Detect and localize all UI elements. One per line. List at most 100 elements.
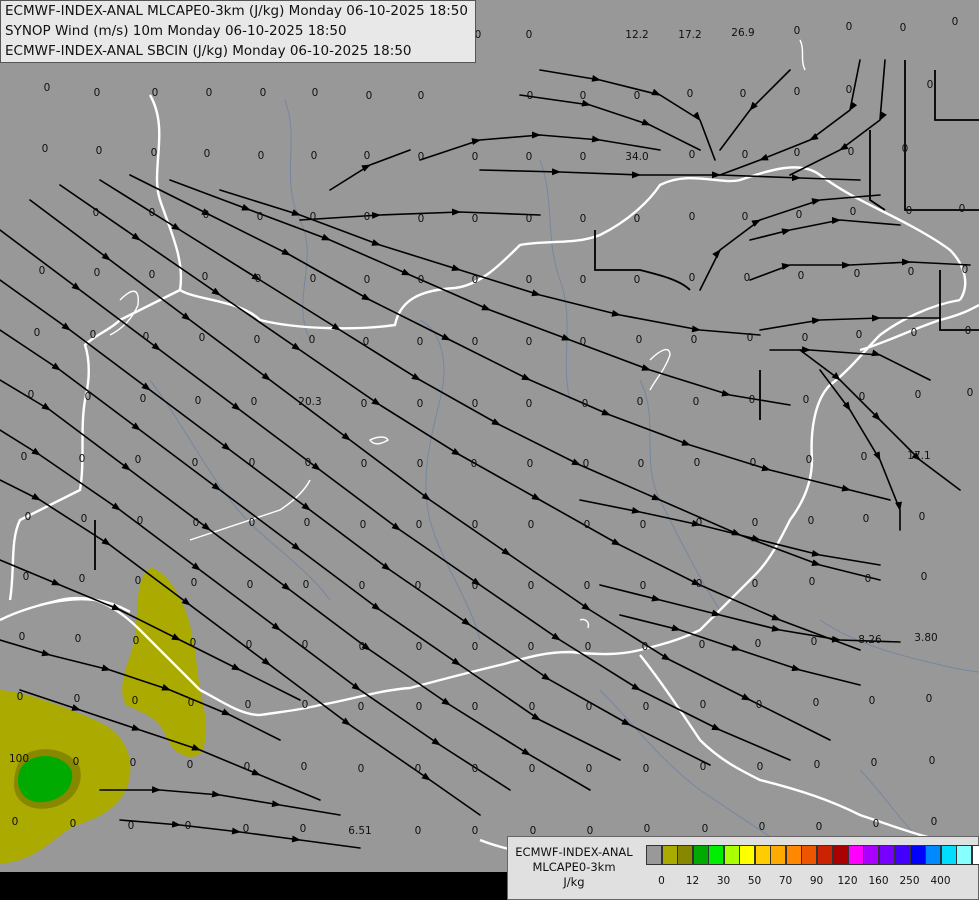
value-label: 0 (187, 759, 194, 771)
value-label: 0 (304, 517, 311, 529)
value-label: 0 (959, 203, 966, 215)
value-label: 0 (135, 454, 142, 466)
value-label: 0 (526, 29, 533, 41)
value-label: 0 (85, 391, 92, 403)
weather-map: 0 0 0 0 0 0 0 0 0 0 12.2 17.2 26.9 0 0 0 0 0 0 0 0 0 0 0 0 0 0 0 0 0 0… (0, 0, 979, 900)
value-label: 0 (584, 519, 591, 531)
legend-swatch (971, 845, 979, 865)
value-label: 0 (471, 458, 478, 470)
value-label: 0 (580, 151, 587, 163)
value-label: 0 (526, 274, 533, 286)
value-label: 0 (871, 757, 878, 769)
legend-swatch (863, 845, 879, 865)
value-label: 0 (580, 213, 587, 225)
value-label: 0 (28, 389, 35, 401)
value-label: 0 (794, 147, 801, 159)
value-label: 0 (644, 823, 651, 835)
value-label: 0 (702, 823, 709, 835)
legend-swatch (785, 845, 802, 865)
value-label: 0 (25, 511, 32, 523)
value-label: 100 (9, 753, 29, 765)
value-label: 0 (70, 818, 77, 830)
value-label: 0 (137, 515, 144, 527)
value-label: 0 (195, 395, 202, 407)
value-label: 0 (249, 457, 256, 469)
value-label: 0 (364, 150, 371, 162)
value-label: 0 (302, 699, 309, 711)
value-label: 0 (416, 701, 423, 713)
value-label: 0 (366, 90, 373, 102)
value-label: 0 (580, 90, 587, 102)
value-label: 0 (906, 205, 913, 217)
value-label: 0 (361, 458, 368, 470)
value-label: 0 (902, 143, 909, 155)
value-label: 0 (75, 633, 82, 645)
value-label: 0 (133, 635, 140, 647)
value-label: 0 (149, 207, 156, 219)
value-label: 0 (699, 639, 706, 651)
legend-swatch (956, 845, 972, 865)
value-label: 0 (919, 511, 926, 523)
value-label: 0 (700, 761, 707, 773)
value-label: 0 (859, 391, 866, 403)
legend-tick-label: 90 (809, 875, 824, 887)
value-label: 0 (417, 336, 424, 348)
value-label: 0 (249, 517, 256, 529)
value-label: 0 (305, 457, 312, 469)
legend-tick-label: 0 (658, 875, 665, 887)
value-label: 0 (962, 264, 969, 276)
value-label: 0 (586, 763, 593, 775)
value-label: 0 (757, 761, 764, 773)
value-label: 0 (79, 453, 86, 465)
value-label: 0 (93, 207, 100, 219)
value-label: 0 (846, 21, 853, 33)
value-label: 0 (642, 641, 649, 653)
color-legend: ECMWF-INDEX-ANAL MLCAPE0-3km J/kg 0 12 30 5… (507, 836, 979, 900)
value-label: 0 (358, 701, 365, 713)
value-label: 0 (472, 580, 479, 592)
value-label: 0 (203, 209, 210, 221)
value-label: 0 (418, 151, 425, 163)
legend-swatch (832, 845, 848, 865)
value-label: 0 (416, 641, 423, 653)
value-label: 0 (73, 756, 80, 768)
value-label: 0 (12, 816, 19, 828)
value-label: 0 (929, 755, 936, 767)
value-label: 0 (255, 273, 262, 285)
value-label: 0 (798, 270, 805, 282)
value-label: 0 (580, 274, 587, 286)
legend-tick-label: 50 (747, 875, 762, 887)
value-label: 0 (803, 394, 810, 406)
value-label: 0 (149, 269, 156, 281)
legend-swatch (739, 845, 755, 865)
value-label: 0 (79, 573, 86, 585)
value-label: 0 (585, 641, 592, 653)
value-label: 0 (185, 820, 192, 832)
value-label: 0 (747, 332, 754, 344)
value-label: 0 (637, 396, 644, 408)
value-label: 0 (794, 86, 801, 98)
value-label: 0 (358, 763, 365, 775)
map-canvas: 0 0 0 0 0 0 0 0 0 0 12.2 17.2 26.9 0 0 0 0 0 0 0 0 0 0 0 0 0 0 0 0 0 0… (0, 16, 979, 900)
legend-tick-label: 250 (899, 875, 920, 887)
value-label: 0 (689, 272, 696, 284)
value-label: 0 (244, 761, 251, 773)
title-sbcin: ECMWF-INDEX-ANAL SBCIN (J/kg) Monday 06-… (5, 43, 412, 59)
value-label: 0 (206, 87, 213, 99)
value-label: 0 (128, 820, 135, 832)
title-box: ECMWF-INDEX-ANAL MLCAPE0-3km (J/kg) Mond… (0, 0, 476, 63)
value-label: 0 (756, 699, 763, 711)
value-label: 0 (811, 636, 818, 648)
value-label: 0 (193, 517, 200, 529)
value-label: 0 (915, 389, 922, 401)
value-label: 0 (191, 577, 198, 589)
value-label: 0 (687, 88, 694, 100)
value-label: 0 (926, 693, 933, 705)
value-label: 0 (527, 458, 534, 470)
value-label: 0 (700, 699, 707, 711)
value-label: 0 (94, 267, 101, 279)
value-label: 0 (418, 213, 425, 225)
value-label: 0 (802, 332, 809, 344)
value-label: 0 (302, 639, 309, 651)
value-label: 0 (360, 519, 367, 531)
